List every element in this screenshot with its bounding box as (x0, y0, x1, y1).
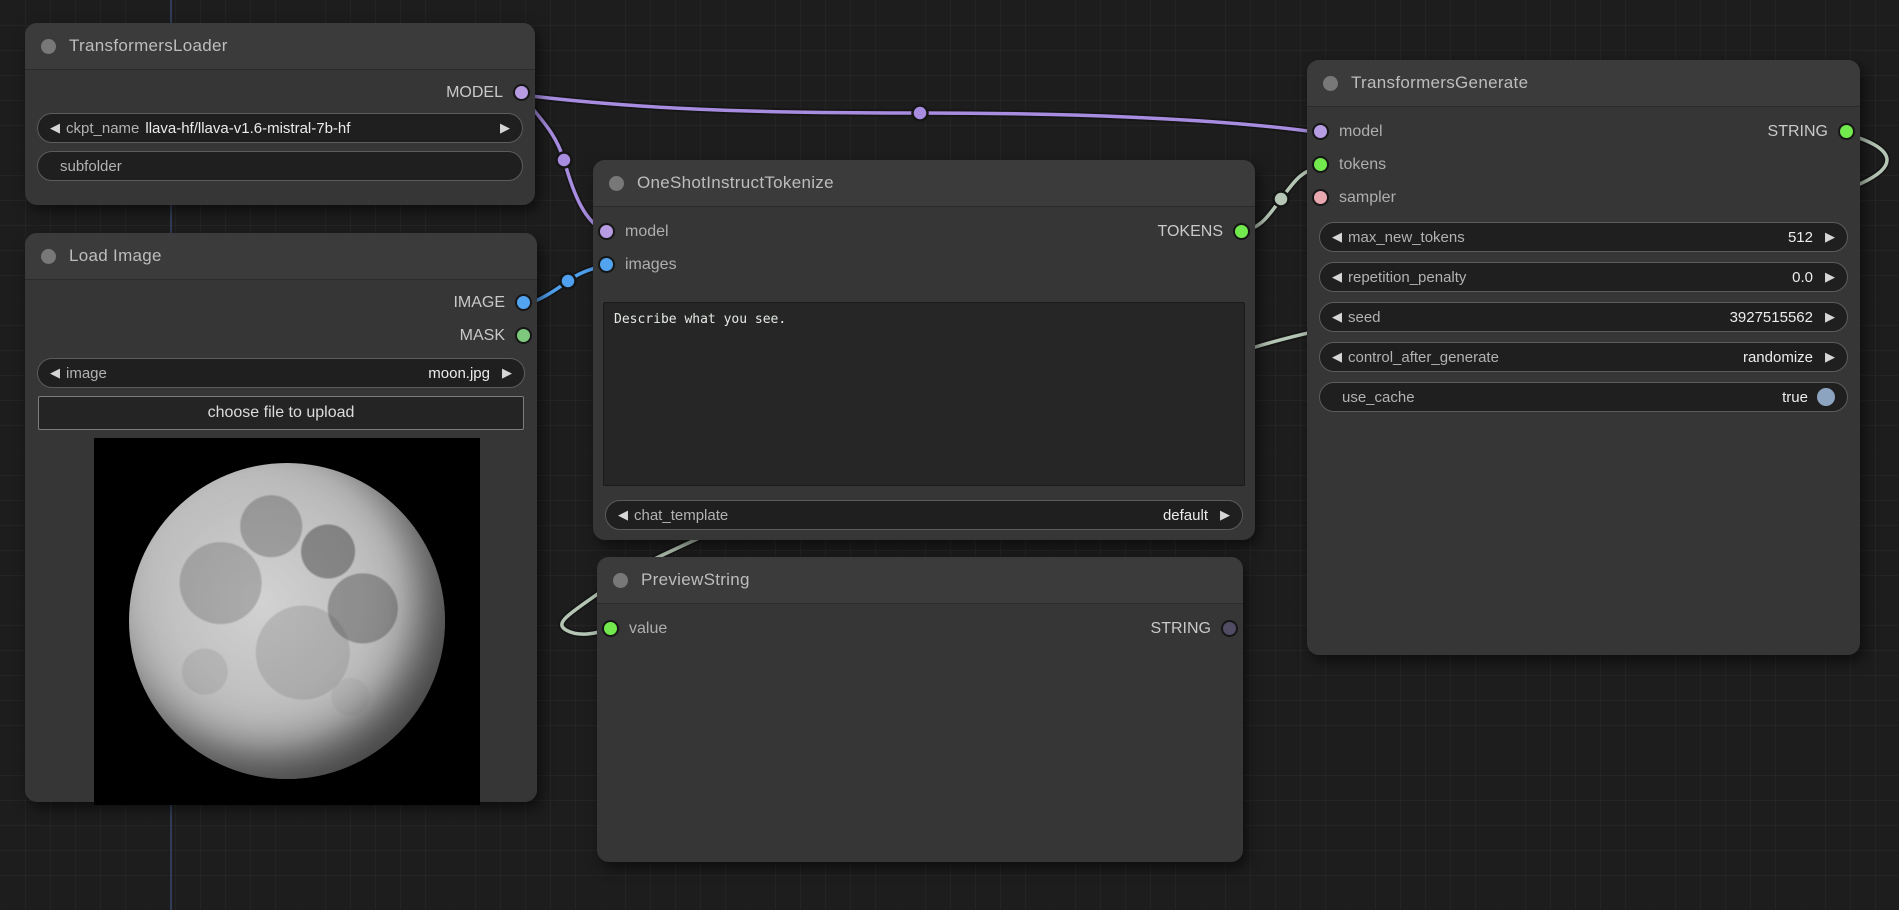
input-label-sampler: sampler (1339, 189, 1396, 207)
link-dot (913, 106, 928, 121)
input-label-model: model (1339, 123, 1383, 141)
input-label-images: images (625, 256, 677, 274)
output-label-string: STRING (1768, 123, 1828, 141)
input-slot-sampler[interactable] (1312, 189, 1329, 206)
input-label-tokens: tokens (1339, 156, 1386, 174)
widget-value: 3927515562 (1730, 309, 1813, 326)
widget-label: subfolder (60, 158, 122, 175)
node-title: PreviewString (641, 570, 750, 590)
widget-label: ckpt_name (66, 120, 139, 137)
input-label-model: model (625, 223, 669, 241)
next-value-icon[interactable]: ▶ (500, 120, 510, 136)
widget-value: 0.0 (1792, 269, 1813, 286)
collapse-dot-icon[interactable] (41, 249, 56, 264)
widget-label: chat_template (634, 507, 728, 524)
prev-value-icon[interactable]: ◀ (50, 365, 60, 381)
link-dot (1274, 192, 1289, 207)
input-slot-model[interactable] (1312, 123, 1329, 140)
collapse-dot-icon[interactable] (613, 573, 628, 588)
toggle-knob-icon[interactable] (1817, 388, 1835, 406)
widget-value: default (1163, 507, 1208, 524)
next-value-icon[interactable]: ▶ (1825, 309, 1835, 325)
widget-ckpt-name[interactable]: ◀ ckpt_name llava-hf/llava-v1.6-mistral-… (37, 113, 523, 143)
node-title-bar[interactable]: TransformersGenerate (1307, 60, 1860, 107)
input-slot-value[interactable] (602, 620, 619, 637)
prompt-textarea[interactable]: Describe what you see. (603, 302, 1245, 486)
link-dot (557, 153, 572, 168)
widget-max-new-tokens[interactable]: ◀ max_new_tokens 512 ▶ (1319, 222, 1848, 252)
widget-value: randomize (1743, 349, 1813, 366)
widget-value: moon.jpg (428, 365, 490, 382)
node-title-bar[interactable]: TransformersLoader (25, 23, 535, 70)
output-slot-string[interactable] (1838, 123, 1855, 140)
widget-value: true (1782, 389, 1808, 406)
widget-subfolder[interactable]: subfolder (37, 151, 523, 181)
node-title: OneShotInstructTokenize (637, 173, 834, 193)
prev-value-icon[interactable]: ◀ (1332, 269, 1342, 285)
input-slot-images[interactable] (598, 256, 615, 273)
output-label-model: MODEL (446, 84, 503, 102)
node-load-image[interactable]: Load Image IMAGE MASK ◀ image moon.jpg ▶… (25, 233, 537, 802)
choose-file-label: choose file to upload (208, 404, 355, 422)
node-graph-canvas[interactable]: TransformersLoader MODEL ◀ ckpt_name lla… (0, 0, 1899, 910)
output-slot-mask[interactable] (515, 327, 532, 344)
output-slot-string[interactable] (1221, 620, 1238, 637)
prev-value-icon[interactable]: ◀ (1332, 229, 1342, 245)
node-title-bar[interactable]: Load Image (25, 233, 537, 280)
next-value-icon[interactable]: ▶ (1220, 507, 1230, 523)
widget-use-cache[interactable]: use_cache true (1319, 382, 1848, 412)
next-value-icon[interactable]: ▶ (1825, 229, 1835, 245)
widget-seed[interactable]: ◀ seed 3927515562 ▶ (1319, 302, 1848, 332)
node-title-bar[interactable]: PreviewString (597, 557, 1243, 604)
next-value-icon[interactable]: ▶ (502, 365, 512, 381)
output-slot-model[interactable] (513, 84, 530, 101)
prev-value-icon[interactable]: ◀ (50, 120, 60, 136)
widget-label: control_after_generate (1348, 349, 1499, 366)
next-value-icon[interactable]: ▶ (1825, 349, 1835, 365)
node-preview-string[interactable]: PreviewString value STRING (597, 557, 1243, 862)
output-label-tokens: TOKENS (1158, 223, 1224, 241)
link-dot (561, 274, 576, 289)
input-label-value: value (629, 620, 667, 638)
prev-value-icon[interactable]: ◀ (618, 507, 628, 523)
widget-label: max_new_tokens (1348, 229, 1465, 246)
widget-label: use_cache (1342, 389, 1415, 406)
collapse-dot-icon[interactable] (41, 39, 56, 54)
output-slot-tokens[interactable] (1233, 223, 1250, 240)
image-preview (94, 438, 480, 805)
widget-value: llava-hf/llava-v1.6-mistral-7b-hf (145, 120, 350, 137)
widget-chat-template[interactable]: ◀ chat_template default ▶ (605, 500, 1243, 530)
node-transformers-loader[interactable]: TransformersLoader MODEL ◀ ckpt_name lla… (25, 23, 535, 205)
widget-label: seed (1348, 309, 1381, 326)
node-transformers-generate[interactable]: TransformersGenerate model STRING tokens… (1307, 60, 1860, 655)
output-label-string: STRING (1151, 620, 1211, 638)
widget-control-after-generate[interactable]: ◀ control_after_generate randomize ▶ (1319, 342, 1848, 372)
output-slot-image[interactable] (515, 294, 532, 311)
node-title-bar[interactable]: OneShotInstructTokenize (593, 160, 1255, 207)
choose-file-button[interactable]: choose file to upload (38, 396, 524, 430)
prev-value-icon[interactable]: ◀ (1332, 349, 1342, 365)
collapse-dot-icon[interactable] (609, 176, 624, 191)
prev-value-icon[interactable]: ◀ (1332, 309, 1342, 325)
widget-label: repetition_penalty (1348, 269, 1466, 286)
moon-image (129, 463, 445, 779)
node-one-shot-instruct-tokenize[interactable]: OneShotInstructTokenize model TOKENS ima… (593, 160, 1255, 540)
next-value-icon[interactable]: ▶ (1825, 269, 1835, 285)
input-slot-tokens[interactable] (1312, 156, 1329, 173)
output-label-image: IMAGE (453, 294, 505, 312)
widget-repetition-penalty[interactable]: ◀ repetition_penalty 0.0 ▶ (1319, 262, 1848, 292)
input-slot-model[interactable] (598, 223, 615, 240)
widget-value: 512 (1788, 229, 1813, 246)
node-title: TransformersGenerate (1351, 73, 1528, 93)
widget-label: image (66, 365, 107, 382)
widget-image[interactable]: ◀ image moon.jpg ▶ (37, 358, 525, 388)
node-title: TransformersLoader (69, 36, 228, 56)
node-title: Load Image (69, 246, 162, 266)
output-label-mask: MASK (460, 327, 505, 345)
collapse-dot-icon[interactable] (1323, 76, 1338, 91)
